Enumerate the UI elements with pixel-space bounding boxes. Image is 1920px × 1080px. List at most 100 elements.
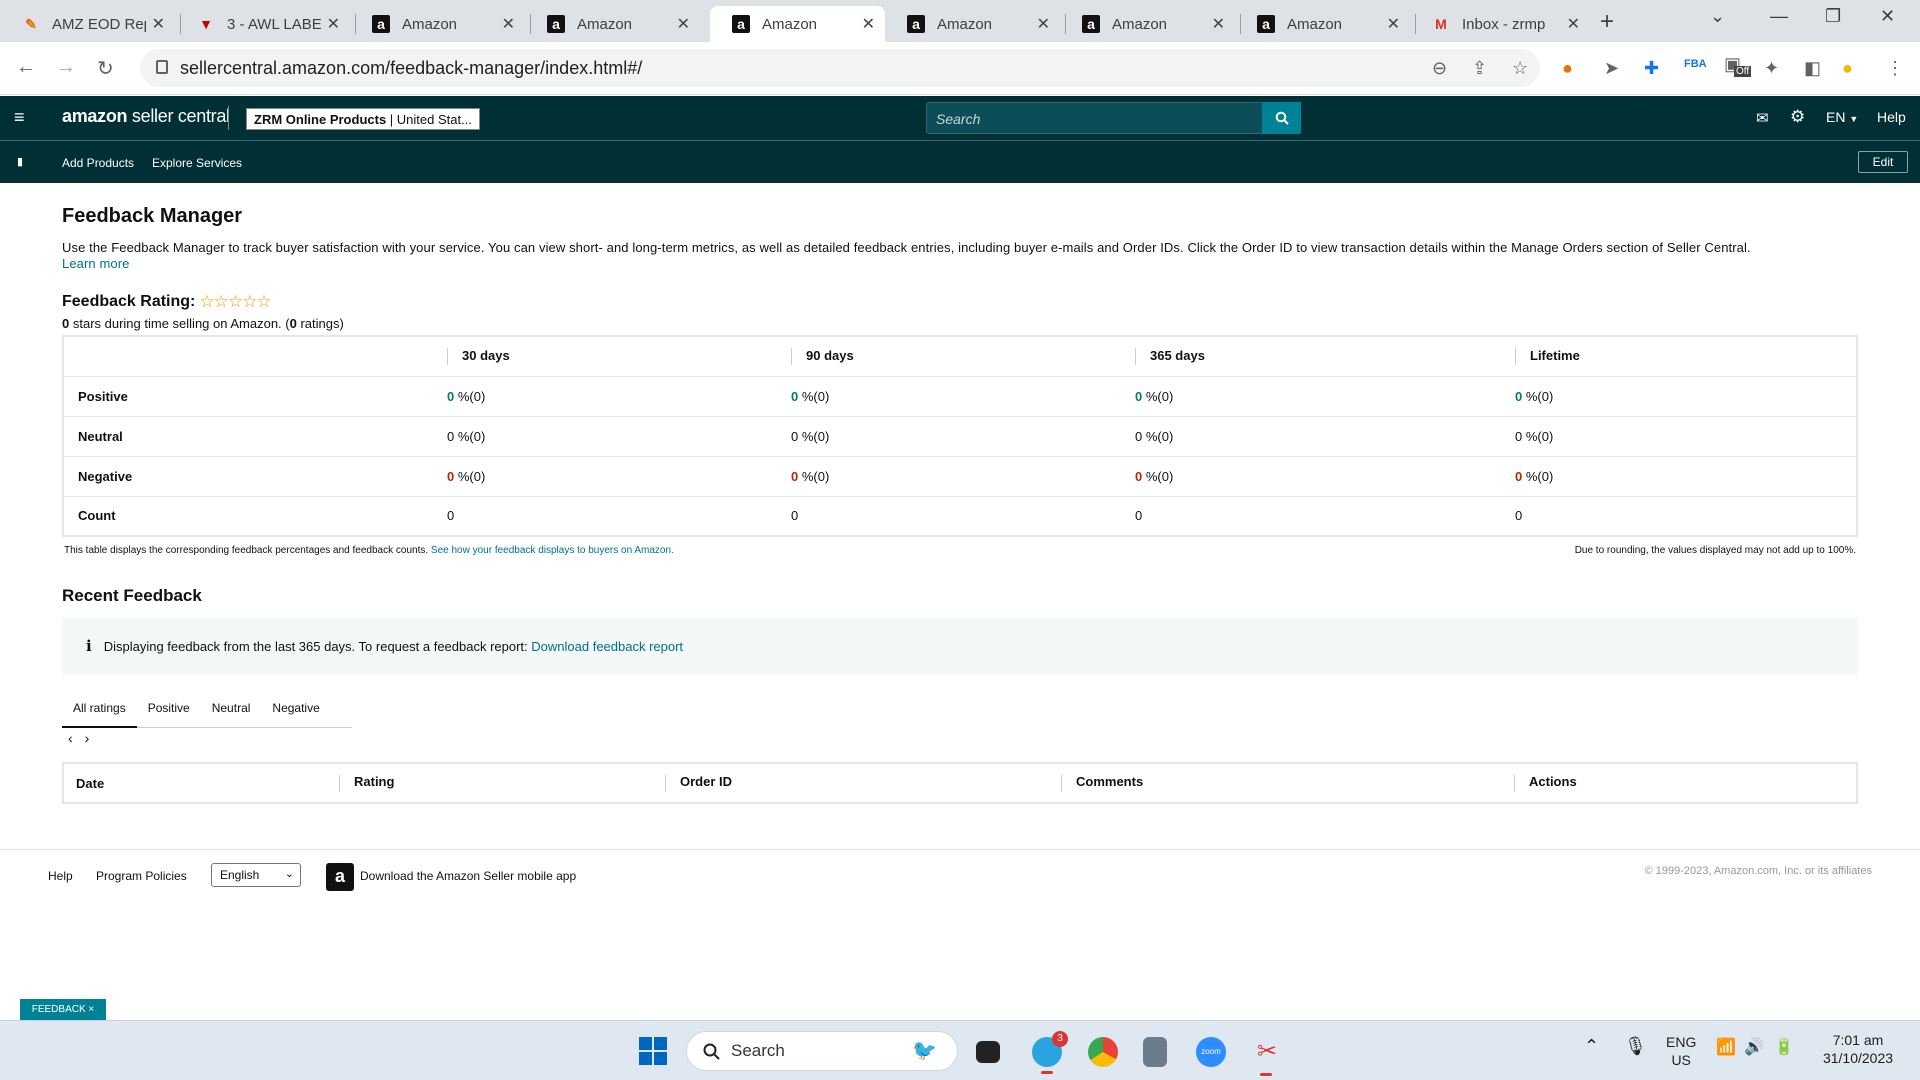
close-tab-icon[interactable]: ✕: [677, 14, 690, 34]
browser-tab[interactable]: a Amazon ✕: [525, 6, 700, 42]
browser-tab[interactable]: a Amazon ✕: [1235, 6, 1410, 42]
close-window-icon[interactable]: ✕: [1880, 6, 1895, 27]
program-policies-link[interactable]: Program Policies: [96, 869, 187, 883]
close-tab-icon[interactable]: ✕: [502, 14, 515, 34]
battery-icon[interactable]: 🔋: [1774, 1039, 1794, 1057]
add-products-link[interactable]: Add Products: [62, 156, 134, 170]
recent-feedback-table: Date Rating Order ID Comments Actions: [62, 762, 1858, 804]
zoom-icon[interactable]: ⊖: [1432, 58, 1447, 79]
settings-gear-icon[interactable]: ⚙: [1790, 107, 1805, 127]
close-tab-icon[interactable]: ✕: [1567, 14, 1580, 34]
caret-down-icon: ⌄: [284, 868, 294, 880]
language-selector[interactable]: EN ▼: [1826, 109, 1858, 125]
hamburger-menu-icon[interactable]: ≡: [14, 107, 25, 128]
taskbar-search-input[interactable]: Search 🐦: [686, 1031, 958, 1071]
extension-blue-icon[interactable]: ✚: [1644, 58, 1659, 79]
close-tab-icon[interactable]: ✕: [152, 14, 165, 34]
browser-toolbar: ← → ↻ sellercentral.amazon.com/feedback-…: [0, 42, 1920, 95]
profile-avatar[interactable]: ●: [1842, 58, 1853, 79]
reload-icon[interactable]: ↻: [97, 56, 114, 81]
column-header: 30 days: [433, 336, 777, 377]
store-selector[interactable]: ZRM Online Products | United Stat...: [246, 108, 480, 130]
tab-neutral[interactable]: Neutral: [201, 688, 262, 728]
bookmark-star-icon[interactable]: ☆: [1512, 58, 1528, 79]
feedback-tag-button[interactable]: FEEDBACK ×: [20, 999, 106, 1020]
share-icon[interactable]: ⇪: [1472, 58, 1487, 79]
tab-search-icon[interactable]: ⌄: [1710, 6, 1725, 27]
clock[interactable]: 7:01 am 31/10/2023: [1818, 1031, 1898, 1067]
side-panel-icon[interactable]: ◧: [1804, 58, 1821, 79]
help-link[interactable]: Help: [1877, 109, 1906, 125]
restore-icon[interactable]: ❐: [1825, 6, 1841, 27]
browser-tab-bar: ✎ AMZ EOD Rep ✕ ▼ 3 - AWL LABE ✕ a Amazon ✕ aA…: [0, 0, 1920, 42]
browser-tab-active[interactable]: a Amazon ✕: [710, 6, 885, 42]
download-app-link[interactable]: Download the Amazon Seller mobile app: [360, 869, 576, 883]
calculator-icon[interactable]: [1143, 1037, 1167, 1067]
back-icon[interactable]: ←: [16, 56, 36, 79]
zoom-app-icon[interactable]: zoom: [1196, 1037, 1226, 1067]
seller-central-header: ≡ amazon seller central ZRM Online Produ…: [0, 96, 1920, 141]
amazon-icon: a: [372, 15, 390, 33]
address-bar[interactable]: sellercentral.amazon.com/feedback-manage…: [140, 49, 1540, 87]
close-tab-icon[interactable]: ✕: [862, 14, 875, 34]
main-content: Feedback Manager Use the Feedback Manage…: [62, 183, 1858, 804]
intro-text: Use the Feedback Manager to track buyer …: [62, 240, 1751, 271]
extensions-puzzle-icon[interactable]: ✦: [1764, 58, 1779, 79]
amazon-icon: a: [547, 15, 565, 33]
amazon-app-icon[interactable]: a: [326, 863, 354, 891]
seller-central-logo[interactable]: amazon seller central: [62, 106, 230, 127]
explore-services-link[interactable]: Explore Services: [152, 156, 242, 170]
rating-summary: 0 stars during time selling on Amazon. (…: [62, 316, 344, 331]
fba-extension-icon[interactable]: FBA: [1684, 58, 1707, 70]
extension-orange-icon[interactable]: ●: [1562, 58, 1573, 79]
tab-tool-icon: ✎: [25, 15, 37, 32]
browser-tab[interactable]: M Inbox - zrmp ✕: [1410, 6, 1590, 42]
new-tab-icon[interactable]: +: [1600, 8, 1614, 36]
minimize-icon[interactable]: —: [1770, 6, 1788, 27]
browser-tab[interactable]: ✎ AMZ EOD Rep ✕: [0, 6, 175, 42]
learn-more-link[interactable]: Learn more: [62, 256, 129, 271]
close-tab-icon[interactable]: ✕: [1037, 14, 1050, 34]
edit-button[interactable]: Edit: [1858, 151, 1908, 173]
browser-tab[interactable]: a Amazon ✕: [885, 6, 1060, 42]
task-view-icon[interactable]: [976, 1041, 1000, 1063]
feedback-display-link[interactable]: See how your feedback displays to buyers…: [431, 545, 674, 556]
wifi-icon[interactable]: 📶: [1716, 1039, 1736, 1057]
browser-tab[interactable]: a Amazon ✕: [1060, 6, 1235, 42]
volume-icon[interactable]: 🔊: [1744, 1039, 1764, 1057]
forward-icon[interactable]: →: [56, 56, 76, 79]
tab-all-ratings[interactable]: All ratings: [62, 688, 137, 728]
bookmark-icon[interactable]: ▮: [17, 155, 23, 168]
download-feedback-report-link[interactable]: Download feedback report: [531, 639, 683, 654]
mail-icon[interactable]: ✉: [1756, 109, 1769, 127]
telegram-icon[interactable]: 3: [1032, 1031, 1068, 1074]
table-row: Neutral 0 %(0) 0 %(0) 0 %(0) 0 %(0): [63, 416, 1857, 457]
language-select[interactable]: English ⌄: [211, 863, 301, 887]
extension-arrow-icon[interactable]: ➤: [1604, 58, 1619, 79]
tray-chevron-up-icon[interactable]: ⌃: [1584, 1037, 1599, 1055]
browser-menu-icon[interactable]: ⋮: [1886, 58, 1904, 79]
microphone-icon[interactable]: 🎙: [1624, 1037, 1647, 1055]
search-icon: [703, 1043, 720, 1060]
tab-positive[interactable]: Positive: [137, 688, 201, 728]
close-tab-icon[interactable]: ✕: [1387, 14, 1400, 34]
browser-tab[interactable]: a Amazon ✕: [350, 6, 525, 42]
footer-help-link[interactable]: Help: [48, 869, 73, 883]
extension-off-icon[interactable]: ▣ Off: [1724, 54, 1752, 77]
search-input[interactable]: Search: [926, 102, 1301, 134]
url-text: sellercentral.amazon.com/feedback-manage…: [180, 57, 643, 78]
chevron-left-icon[interactable]: ‹: [68, 730, 73, 746]
close-tab-icon[interactable]: ✕: [327, 14, 340, 34]
snipping-tool-icon[interactable]: ✂: [1252, 1037, 1282, 1076]
search-button[interactable]: [1262, 102, 1301, 134]
chevron-right-icon[interactable]: ›: [85, 730, 90, 746]
copyright: © 1999-2023, Amazon.com, Inc. or its aff…: [1644, 865, 1872, 877]
windows-start-icon[interactable]: [639, 1037, 667, 1065]
tab-negative[interactable]: Negative: [261, 688, 330, 728]
browser-tab[interactable]: ▼ 3 - AWL LABE ✕: [175, 6, 350, 42]
column-header: Comments: [1049, 763, 1502, 803]
lock-icon: [156, 60, 168, 74]
language-indicator[interactable]: ENG US: [1666, 1033, 1696, 1069]
chrome-icon[interactable]: [1088, 1037, 1118, 1067]
close-tab-icon[interactable]: ✕: [1212, 14, 1225, 34]
